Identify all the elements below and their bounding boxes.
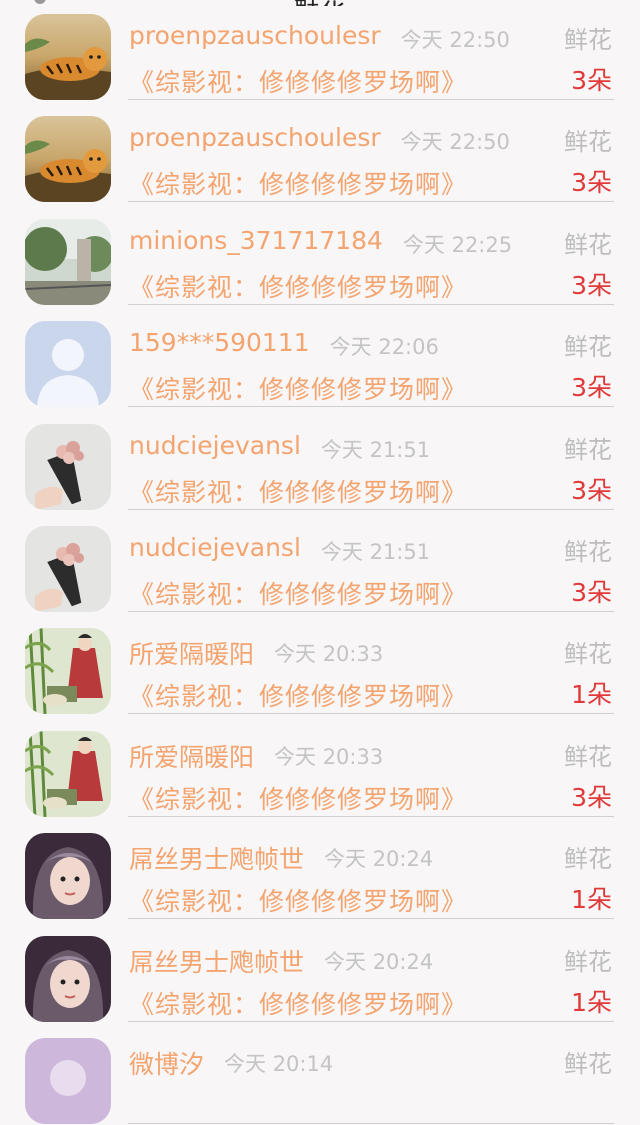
user-name[interactable]: proenpzauschoulesr xyxy=(129,123,381,152)
book-title[interactable]: 《综影视：修修修修罗场啊》 xyxy=(129,882,467,918)
gift-type-label: 鲜花 xyxy=(564,128,612,157)
gift-count: 3朵 xyxy=(571,66,612,95)
divider xyxy=(128,303,614,305)
gift-count: 3朵 xyxy=(571,168,612,198)
timestamp: 今天 22:50 xyxy=(400,130,510,155)
gift-type-label: 鲜花 xyxy=(564,640,612,669)
user-name[interactable]: 所爱隔暖阳 xyxy=(129,635,254,671)
timestamp: 今天 20:24 xyxy=(324,847,434,872)
user-name[interactable]: 所爱隔暖阳 xyxy=(129,738,254,774)
divider xyxy=(128,99,614,100)
book-title[interactable]: 《综影视：修修修修罗场啊》 xyxy=(129,575,467,611)
book-title[interactable]: 《综影视：修修修修罗场啊》 xyxy=(129,63,467,99)
list-item[interactable]: nudciejevansl 今天 21:51 鲜花 《综影视：修修修修罗场啊》 … xyxy=(0,511,640,613)
avatar[interactable] xyxy=(25,833,111,920)
gift-type-label: 鲜花 xyxy=(564,845,612,874)
avatar[interactable] xyxy=(25,116,111,203)
gift-count: 3朵 xyxy=(571,270,612,300)
gift-type-label: 鲜花 xyxy=(564,1050,612,1078)
gift-type-label: 鲜花 xyxy=(564,26,612,54)
avatar[interactable] xyxy=(25,14,111,100)
default-user-avatar xyxy=(25,321,111,408)
book-title[interactable]: 《综影视：修修修修罗场啊》 xyxy=(129,985,467,1021)
avatar[interactable] xyxy=(25,1038,111,1124)
gift-count: 3朵 xyxy=(571,782,612,812)
divider xyxy=(128,201,614,203)
book-title[interactable]: 《综影视：修修修修罗场啊》 xyxy=(129,677,467,713)
user-name[interactable]: nudciejevansl xyxy=(129,533,301,562)
user-name[interactable]: 屌丝男士飑帧世 xyxy=(129,840,304,876)
book-title[interactable]: 《综影视：修修修修罗场啊》 xyxy=(129,473,467,509)
divider xyxy=(128,1123,614,1124)
bouquet-avatar xyxy=(25,526,111,612)
purple-avatar xyxy=(25,1038,111,1124)
list-item[interactable]: 屌丝男士飑帧世 今天 20:24 鲜花 《综影视：修修修修罗场啊》 1朵 xyxy=(0,921,640,1023)
avatar[interactable] xyxy=(25,321,111,408)
painting-avatar xyxy=(25,730,111,817)
user-name[interactable]: minions_371717184 xyxy=(129,226,383,255)
user-name[interactable]: 159***590111 xyxy=(129,328,310,357)
timestamp: 今天 20:24 xyxy=(324,949,434,974)
girl-avatar xyxy=(25,935,111,1022)
user-name[interactable]: proenpzauschoulesr xyxy=(129,21,381,50)
user-name[interactable]: 微博汐 xyxy=(129,1045,204,1081)
gift-type-label: 鲜花 xyxy=(564,230,612,259)
timestamp: 今天 20:33 xyxy=(274,642,384,667)
garden-avatar xyxy=(25,218,111,305)
divider xyxy=(128,406,614,408)
gift-count: 1朵 xyxy=(571,680,612,710)
avatar[interactable] xyxy=(25,935,111,1022)
painting-avatar xyxy=(25,628,111,715)
timestamp: 今天 22:06 xyxy=(329,335,439,360)
list-item[interactable]: 159***590111 今天 22:06 鲜花 《综影视：修修修修罗场啊》 3… xyxy=(0,306,640,408)
divider xyxy=(128,1020,614,1022)
bouquet-avatar xyxy=(25,423,111,510)
avatar[interactable] xyxy=(25,423,111,510)
book-title[interactable]: 《综影视：修修修修罗场啊》 xyxy=(129,780,467,816)
list-item[interactable]: 所爱隔暖阳 今天 20:33 鲜花 《综影视：修修修修罗场啊》 3朵 xyxy=(0,716,640,818)
timestamp: 今天 20:33 xyxy=(274,744,384,769)
gift-type-label: 鲜花 xyxy=(564,947,612,976)
timestamp: 今天 22:50 xyxy=(400,28,510,52)
gift-type-label: 鲜花 xyxy=(564,742,612,771)
avatar[interactable] xyxy=(25,730,111,817)
list-item[interactable]: proenpzauschoulesr 今天 22:50 鲜花 《综影视：修修修修… xyxy=(0,0,640,101)
book-title[interactable]: 《综影视：修修修修罗场啊》 xyxy=(129,165,467,201)
gift-count: 1朵 xyxy=(571,987,612,1017)
list-item[interactable]: minions_371717184 今天 22:25 鲜花 《综影视：修修修修罗… xyxy=(0,204,640,306)
girl-avatar xyxy=(25,833,111,920)
list-item[interactable]: 屌丝男士飑帧世 今天 20:24 鲜花 《综影视：修修修修罗场啊》 1朵 xyxy=(0,818,640,920)
avatar[interactable] xyxy=(25,218,111,305)
divider xyxy=(128,713,614,715)
timestamp: 今天 21:51 xyxy=(320,540,431,564)
gift-type-label: 鲜花 xyxy=(564,538,612,566)
timestamp: 今天 21:51 xyxy=(320,437,431,462)
book-title[interactable]: 《综影视：修修修修罗场啊》 xyxy=(129,268,467,304)
list-item[interactable]: 微博汐 今天 20:14 鲜花 xyxy=(0,1023,640,1125)
gift-count: 3朵 xyxy=(571,475,612,505)
tiger-avatar xyxy=(25,14,111,100)
tiger-avatar xyxy=(25,116,111,203)
list-item[interactable]: nudciejevansl 今天 21:51 鲜花 《综影视：修修修修罗场啊》 … xyxy=(0,409,640,511)
user-name[interactable]: nudciejevansl xyxy=(129,431,301,460)
book-title[interactable]: 《综影视：修修修修罗场啊》 xyxy=(129,370,467,406)
timestamp: 今天 20:14 xyxy=(224,1052,334,1076)
avatar[interactable] xyxy=(25,628,111,715)
gift-count: 3朵 xyxy=(571,373,612,403)
user-name[interactable]: 屌丝男士飑帧世 xyxy=(129,943,304,979)
list-item[interactable]: 所爱隔暖阳 今天 20:33 鲜花 《综影视：修修修修罗场啊》 1朵 xyxy=(0,613,640,715)
divider xyxy=(128,815,614,817)
divider xyxy=(128,611,614,612)
avatar[interactable] xyxy=(25,526,111,612)
gift-count: 1朵 xyxy=(571,885,612,915)
divider xyxy=(128,508,614,510)
gift-type-label: 鲜花 xyxy=(564,435,612,464)
gift-count: 3朵 xyxy=(571,578,612,607)
timestamp: 今天 22:25 xyxy=(402,232,513,257)
list-item[interactable]: proenpzauschoulesr 今天 22:50 鲜花 《综影视：修修修修… xyxy=(0,101,640,203)
gift-type-label: 鲜花 xyxy=(564,333,612,362)
divider xyxy=(128,918,614,920)
